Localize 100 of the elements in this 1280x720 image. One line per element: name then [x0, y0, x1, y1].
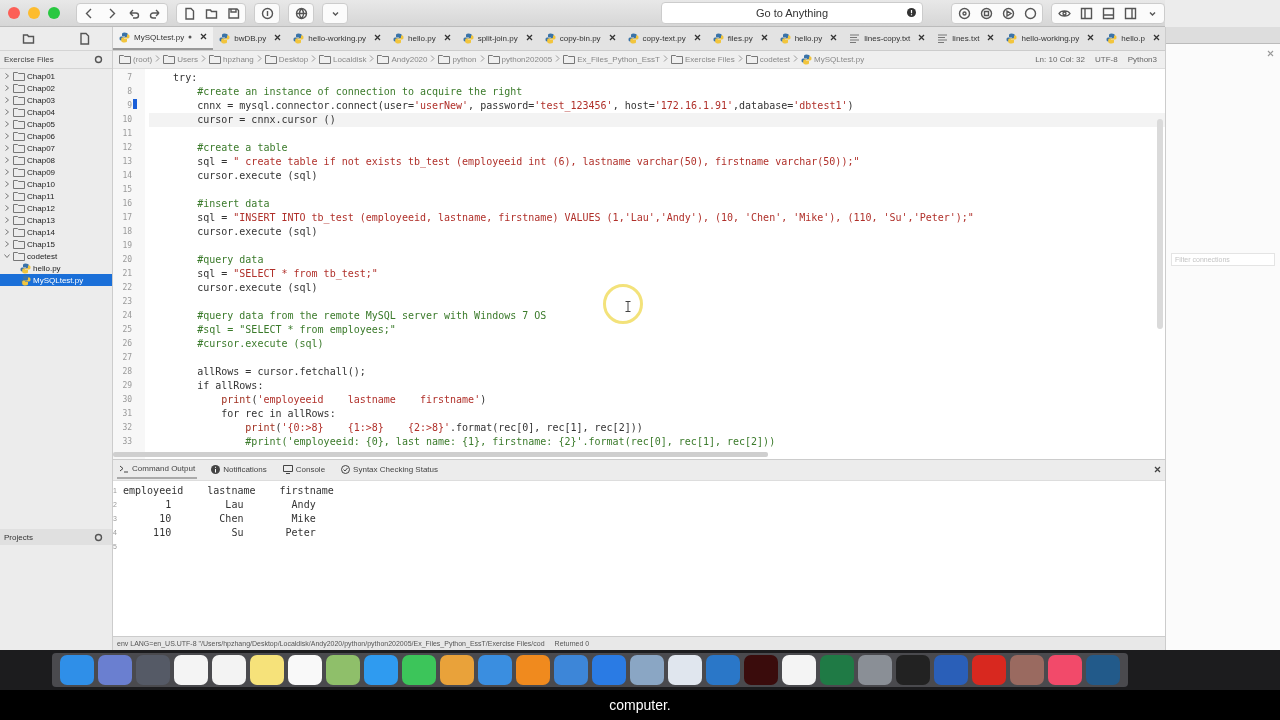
- tree-item[interactable]: Chap06: [0, 130, 112, 142]
- close-icon[interactable]: [693, 34, 701, 42]
- close-icon[interactable]: [608, 34, 616, 42]
- file-tab[interactable]: lines.txt: [931, 27, 1001, 50]
- file-tab[interactable]: copy-bin.py: [538, 27, 622, 50]
- panel-tab[interactable]: Console: [280, 460, 328, 480]
- tree-item[interactable]: Chap09: [0, 166, 112, 178]
- tree-item[interactable]: Chap07: [0, 142, 112, 154]
- stop-icon[interactable]: [978, 5, 994, 21]
- python-icon: [712, 32, 724, 44]
- tree-item[interactable]: Chap12: [0, 202, 112, 214]
- app-icon[interactable]: [288, 655, 322, 685]
- python-icon: [20, 274, 31, 286]
- close-icon[interactable]: [1152, 34, 1160, 42]
- tree-item[interactable]: Chap10: [0, 178, 112, 190]
- tree-item[interactable]: Chap14: [0, 226, 112, 238]
- chevron-icon: [479, 54, 485, 62]
- app-icon[interactable]: [440, 655, 474, 685]
- code-text: for rec in allRows:: [220, 406, 336, 421]
- panel-tab[interactable]: Syntax Checking Status: [339, 460, 441, 480]
- right-pane-icon[interactable]: [1122, 5, 1138, 21]
- tree-item[interactable]: Chap03: [0, 94, 112, 106]
- code-text: #insert data: [196, 196, 270, 211]
- folder-icon: [563, 54, 576, 65]
- file-tab[interactable]: lines-copy.txt: [843, 27, 932, 50]
- app-icon[interactable]: [630, 655, 664, 685]
- close-icon[interactable]: [830, 34, 838, 42]
- file-tab[interactable]: hello-working.py: [287, 27, 388, 50]
- file-tab[interactable]: copy-text.py: [621, 27, 707, 50]
- tree-item[interactable]: Chap01: [0, 70, 112, 82]
- app-icon[interactable]: [668, 655, 702, 685]
- close-icon[interactable]: [443, 34, 451, 42]
- sidebar-title[interactable]: Exercise Files: [4, 55, 54, 64]
- play-icon[interactable]: [1000, 5, 1016, 21]
- app-icon[interactable]: [402, 655, 436, 685]
- code-text: ): [480, 392, 487, 407]
- code-text: #query data: [196, 252, 264, 267]
- close-icon[interactable]: [760, 34, 768, 42]
- line-number: 15: [121, 183, 132, 196]
- file-tab[interactable]: hello-working.py: [1000, 27, 1101, 50]
- line-number: 27: [121, 351, 132, 364]
- tree-item[interactable]: hello.py: [0, 262, 112, 274]
- tree-item[interactable]: MySQLtest.py: [0, 274, 112, 286]
- close-icon[interactable]: [200, 33, 208, 41]
- globe-icon[interactable]: [293, 5, 309, 21]
- tree-item[interactable]: Chap15: [0, 238, 112, 250]
- panel-tab[interactable]: Command Output: [117, 460, 198, 480]
- app-icon[interactable]: [212, 655, 246, 685]
- tree-item[interactable]: Chap02: [0, 82, 112, 94]
- app-icon[interactable]: [326, 655, 360, 685]
- code-text: , password=: [468, 98, 535, 111]
- scrollbar[interactable]: [113, 452, 768, 458]
- save-icon[interactable]: [225, 5, 241, 21]
- tree-item[interactable]: Chap05: [0, 118, 112, 130]
- code-text: .format(rec[0], rec[1], rec[2])): [450, 420, 643, 435]
- close-icon[interactable]: [1087, 34, 1095, 42]
- close-icon[interactable]: [274, 34, 282, 42]
- tree-item[interactable]: codetest: [0, 250, 112, 262]
- folder-icon: [487, 54, 500, 65]
- file-tab[interactable]: hello.p: [1100, 27, 1165, 50]
- app-icon[interactable]: [516, 655, 550, 685]
- line-number: 29: [121, 379, 132, 392]
- python-icon: [1006, 32, 1018, 44]
- code-text: "INSERT INTO tb_test (employeeid, lastname, firstname) VALUES (1,'Lau','Andy'), (10, 'Chen', 'Mike'), (110, 'Su','Peter');": [233, 210, 974, 225]
- language-selector[interactable]: Python3: [1127, 54, 1157, 64]
- tree-item[interactable]: Chap13: [0, 214, 112, 226]
- bottom-pane-icon[interactable]: [1100, 5, 1116, 21]
- tree-item[interactable]: Chap11: [0, 190, 112, 202]
- file-tab[interactable]: MySQLtest.py: [113, 27, 214, 50]
- info-icon: [211, 465, 221, 475]
- code-text: #create an instance of connection to acquire the right: [196, 84, 523, 99]
- tree-item[interactable]: Chap04: [0, 106, 112, 118]
- record-icon[interactable]: [956, 5, 972, 21]
- panel-tab[interactable]: Notifications: [209, 460, 269, 480]
- tree-item[interactable]: Chap08: [0, 154, 112, 166]
- file-tab[interactable]: bwDB.py: [213, 27, 288, 50]
- file-tab[interactable]: files.py: [706, 27, 774, 50]
- go-to-anything-field[interactable]: Go to Anything: [661, 2, 923, 24]
- close-icon[interactable]: [374, 34, 382, 42]
- app-icon[interactable]: [250, 655, 284, 685]
- file-tab[interactable]: hello.py: [387, 27, 457, 50]
- line-number: 32: [121, 421, 132, 434]
- line-number: 28: [121, 365, 132, 378]
- app-icon[interactable]: [174, 655, 208, 685]
- left-pane-icon[interactable]: [1078, 5, 1094, 21]
- python-icon: [544, 32, 556, 44]
- projects-header[interactable]: Projects: [4, 532, 33, 542]
- code-text: 'test_123456': [534, 98, 613, 113]
- python-icon: [779, 32, 791, 44]
- scrollbar[interactable]: [1157, 118, 1163, 329]
- close-icon[interactable]: [987, 34, 995, 42]
- file-tab[interactable]: hello.py: [773, 27, 844, 50]
- file-tab[interactable]: split-join.py: [456, 27, 539, 50]
- app-icon[interactable]: [782, 655, 816, 685]
- code-text: ): [847, 98, 854, 113]
- encoding-selector[interactable]: UTF-8: [1095, 54, 1118, 64]
- chevron-icon: [737, 54, 743, 62]
- line-number: 17: [121, 211, 132, 224]
- close-icon[interactable]: [918, 34, 926, 42]
- close-icon[interactable]: [525, 34, 533, 42]
